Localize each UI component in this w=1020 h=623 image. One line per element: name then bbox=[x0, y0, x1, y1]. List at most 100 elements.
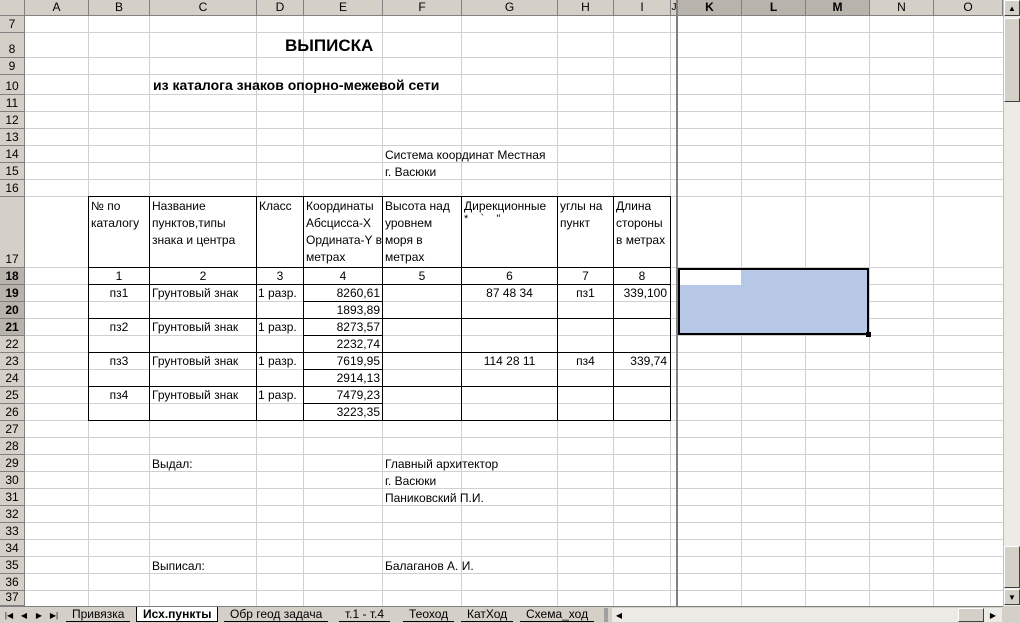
gridline bbox=[25, 94, 1003, 95]
horizontal-scrollbar[interactable]: ◀ bbox=[612, 608, 1002, 622]
row-header-28[interactable]: 28 bbox=[0, 438, 25, 455]
table-border bbox=[149, 196, 150, 421]
row-header-12[interactable]: 12 bbox=[0, 112, 25, 129]
prev-sheet-icon[interactable]: ◀ bbox=[17, 608, 31, 622]
point-id: пз4 bbox=[109, 388, 129, 402]
point-id: пз2 bbox=[109, 320, 129, 334]
row-header-20[interactable]: 20 bbox=[0, 302, 25, 319]
fill-handle[interactable] bbox=[866, 332, 871, 337]
sheet-tab-t1-t4[interactable]: т.1 - т.4 bbox=[339, 607, 391, 622]
row-header-7[interactable]: 7 bbox=[0, 16, 25, 33]
row-header-17[interactable]: 17 bbox=[0, 197, 25, 268]
row-header-29[interactable]: 29 bbox=[0, 455, 25, 472]
column-number: 2 bbox=[199, 269, 207, 283]
row-header-35[interactable]: 35 bbox=[0, 557, 25, 574]
row-header-23[interactable]: 23 bbox=[0, 353, 25, 370]
city-label: г. Васюки bbox=[385, 165, 437, 179]
point-name: Грунтовый знак bbox=[152, 320, 239, 334]
gridline bbox=[25, 403, 1003, 404]
row-header-32[interactable]: 32 bbox=[0, 506, 25, 523]
next-sheet-icon[interactable]: ▶ bbox=[32, 608, 46, 622]
row-header-26[interactable]: 26 bbox=[0, 404, 25, 421]
point-name: Грунтовый знак bbox=[152, 388, 239, 402]
column-header-g[interactable]: G bbox=[462, 0, 558, 16]
column-header-d[interactable]: D bbox=[257, 0, 304, 16]
column-header-m[interactable]: M bbox=[806, 0, 870, 16]
gridline bbox=[25, 335, 1003, 336]
column-header-k[interactable]: K bbox=[678, 0, 742, 16]
scroll-down-icon[interactable]: ▼ bbox=[1004, 589, 1020, 605]
sheet-tab-teohod[interactable]: Теоход bbox=[403, 607, 455, 622]
column-number: 1 bbox=[115, 269, 123, 283]
sheet-tab-obr-geod[interactable]: Обр геод задача bbox=[224, 607, 329, 622]
row-header-31[interactable]: 31 bbox=[0, 489, 25, 506]
row-header-22[interactable]: 22 bbox=[0, 336, 25, 353]
scroll-left-icon[interactable]: ◀ bbox=[612, 608, 626, 622]
active-cell[interactable] bbox=[680, 270, 741, 285]
point-x: 7479,23 bbox=[336, 388, 380, 402]
row-header-8[interactable]: 8 bbox=[0, 33, 25, 58]
row-header-11[interactable]: 11 bbox=[0, 95, 25, 112]
column-header-i[interactable]: I bbox=[614, 0, 671, 16]
row-header-18[interactable]: 18 bbox=[0, 268, 25, 285]
row-header-19[interactable]: 19 bbox=[0, 285, 25, 302]
point-target: пз1 bbox=[576, 286, 595, 300]
point-y: 2232,74 bbox=[336, 337, 380, 351]
column-header-f[interactable]: F bbox=[383, 0, 462, 16]
sheet-tab-ish-punkty[interactable]: Исх.пункты bbox=[136, 607, 219, 622]
row-header-34[interactable]: 34 bbox=[0, 540, 25, 557]
header-name: Название пунктов,типы знака и центра bbox=[152, 199, 236, 247]
point-target: пз4 bbox=[576, 354, 595, 368]
row-header-30[interactable]: 30 bbox=[0, 472, 25, 489]
column-header-n[interactable]: N bbox=[870, 0, 934, 16]
row-header-15[interactable]: 15 bbox=[0, 163, 25, 180]
gridline bbox=[933, 16, 934, 606]
vertical-scrollbar[interactable]: ▲ ▼ bbox=[1003, 0, 1020, 606]
select-all-corner[interactable] bbox=[0, 0, 25, 16]
column-header-e[interactable]: E bbox=[304, 0, 383, 16]
scroll-right-icon[interactable]: ▶ bbox=[986, 608, 1000, 622]
column-header-b[interactable]: B bbox=[89, 0, 150, 16]
column-number: 5 bbox=[418, 269, 426, 283]
sheet-tab-shema-hod[interactable]: Схема_ход bbox=[520, 607, 595, 622]
row-header-36[interactable]: 36 bbox=[0, 574, 25, 591]
document-subtitle: из каталога знаков опорно-межевой сети bbox=[153, 77, 440, 93]
point-y: 1893,89 bbox=[336, 303, 380, 317]
row-header-9[interactable]: 9 bbox=[0, 58, 25, 75]
row-header-37[interactable]: 37 bbox=[0, 590, 25, 606]
vertical-split-box[interactable] bbox=[1004, 546, 1020, 588]
row-header-25[interactable]: 25 bbox=[0, 387, 25, 404]
gridline bbox=[25, 437, 1003, 438]
column-header-l[interactable]: L bbox=[742, 0, 806, 16]
point-id: пз3 bbox=[109, 354, 129, 368]
row-header-21[interactable]: 21 bbox=[0, 319, 25, 336]
scroll-up-icon[interactable]: ▲ bbox=[1004, 0, 1020, 16]
sheet-tab-privyazka[interactable]: Привязка bbox=[66, 607, 131, 622]
spreadsheet-grid[interactable]: A B C D E F G H I J K L M N O 7 8 9 10 1… bbox=[0, 0, 1003, 606]
sheet-tab-kathod[interactable]: КатХод bbox=[461, 607, 514, 622]
row-header-14[interactable]: 14 bbox=[0, 146, 25, 163]
first-sheet-icon[interactable]: |◀ bbox=[2, 608, 16, 622]
row-header-16[interactable]: 16 bbox=[0, 180, 25, 197]
gridline bbox=[25, 74, 1003, 75]
row-header-27[interactable]: 27 bbox=[0, 421, 25, 438]
row-header-33[interactable]: 33 bbox=[0, 523, 25, 540]
tab-split-handle[interactable] bbox=[604, 608, 608, 622]
table-border bbox=[88, 196, 671, 197]
gridline bbox=[25, 556, 1003, 557]
point-class: 1 разр. bbox=[258, 286, 297, 300]
gridline bbox=[25, 539, 1003, 540]
column-header-c[interactable]: C bbox=[150, 0, 257, 16]
point-id: пз1 bbox=[109, 286, 129, 300]
horizontal-scroll-thumb[interactable] bbox=[958, 608, 984, 622]
vertical-scroll-thumb[interactable] bbox=[1004, 18, 1020, 102]
point-name: Грунтовый знак bbox=[152, 354, 239, 368]
issuer-city: г. Васюки bbox=[385, 474, 437, 488]
column-header-h[interactable]: H bbox=[558, 0, 614, 16]
column-header-o[interactable]: O bbox=[934, 0, 1003, 16]
row-header-13[interactable]: 13 bbox=[0, 129, 25, 146]
row-header-10[interactable]: 10 bbox=[0, 75, 25, 95]
row-header-24[interactable]: 24 bbox=[0, 370, 25, 387]
last-sheet-icon[interactable]: ▶| bbox=[47, 608, 61, 622]
column-header-a[interactable]: A bbox=[25, 0, 89, 16]
